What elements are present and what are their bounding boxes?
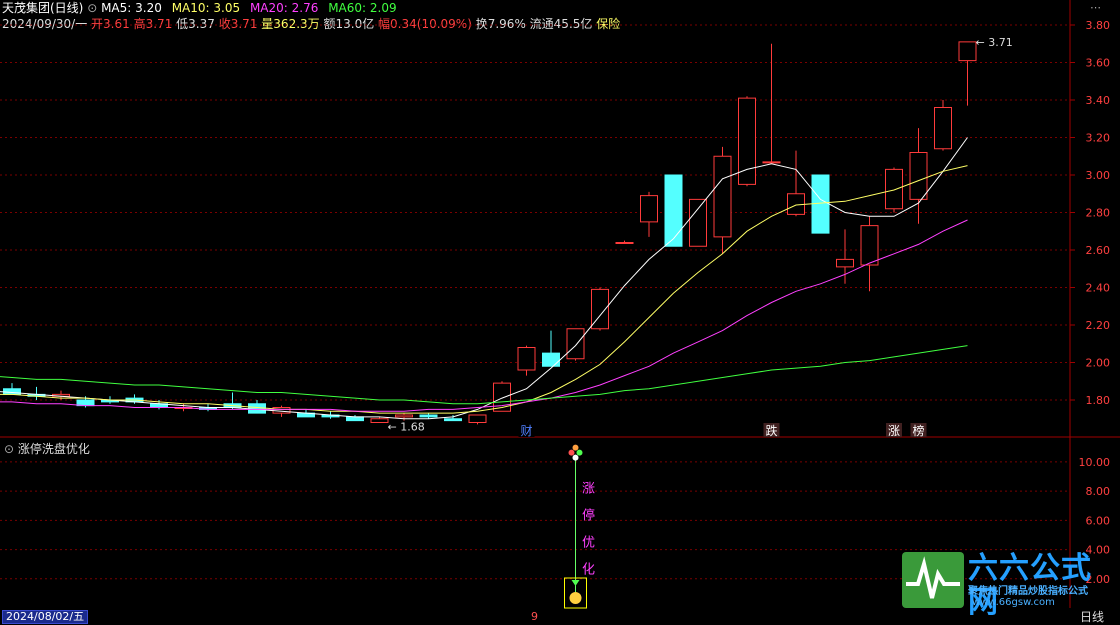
signal-arrow-icon [571, 580, 580, 586]
signal-dot [576, 449, 583, 456]
indicator-dropdown-icon[interactable]: ⊙ [4, 442, 18, 456]
candle-up [566, 328, 585, 360]
candle-up [468, 414, 487, 423]
price-tick-label: 2.60 [1086, 244, 1111, 257]
candle-down [444, 418, 462, 422]
candle-up [689, 198, 707, 247]
bottom-bar [0, 609, 1120, 622]
signal-text: 停 [582, 508, 595, 524]
price-tick-label: 2.20 [1086, 319, 1111, 332]
index-marker: 9 [531, 610, 538, 623]
signal-text: 优 [582, 536, 595, 551]
candle-down [664, 174, 683, 247]
price-tick-label: 2.40 [1086, 282, 1111, 295]
signal-text: 化 [582, 563, 595, 578]
candle-up [860, 225, 879, 266]
signal-dot [572, 444, 579, 451]
price-tick-label: 2.00 [1086, 357, 1111, 370]
price-tick-label: 2.80 [1086, 207, 1111, 220]
logo-url: www.66gsw.com [972, 597, 1055, 608]
candle-up [395, 414, 413, 418]
ma20-line [0, 219, 968, 412]
candle-up [615, 242, 634, 244]
indicator-tick-label: 6.00 [1086, 514, 1111, 527]
indicator-title: ⊙ 涨停洗盘优化 [4, 440, 90, 457]
watermark-logo: 六六公式网 聚焦热门精品炒股指标公式 www.66gsw.com [902, 552, 1114, 620]
kline-chart[interactable]: 3.80 3.60 3.40 3.20 3.00 2.80 2.60 2.40 2.20 2.00… [0, 0, 1120, 622]
candle-up [762, 161, 781, 164]
candle-up [958, 41, 977, 62]
indicator-tick-label: 8.00 [1086, 485, 1111, 498]
price-annotation: ← 1.68 [388, 421, 425, 434]
price-tick-label: 3.20 [1086, 132, 1111, 145]
signal-text: 涨 [582, 482, 595, 497]
candle-up [713, 155, 732, 238]
price-tick-label: 3.00 [1086, 169, 1111, 182]
candle-down [419, 414, 438, 418]
candle-down [542, 352, 560, 367]
candle-up [517, 347, 536, 371]
candle-up [836, 258, 854, 268]
price-tick-label: 3.60 [1086, 57, 1111, 70]
price-tick-label: 1.80 [1086, 394, 1111, 407]
indicator-title-text: 涨停洗盘优化 [17, 442, 90, 456]
ma10-line [0, 165, 968, 414]
logo-chart-icon [902, 552, 964, 608]
candle-up [370, 418, 389, 423]
candle-up [909, 152, 928, 200]
price-annotation: ← 3.71 [976, 36, 1013, 49]
price-tick-label: 3.80 [1086, 19, 1111, 32]
signal-dot [568, 449, 575, 456]
indicator-tick-label: 10.00 [1079, 456, 1111, 469]
money-bag-icon [569, 592, 582, 604]
candle-up [640, 195, 658, 223]
event-label: 榜 [912, 423, 924, 438]
event-label: 财 [520, 424, 532, 438]
candle-up [272, 407, 291, 414]
ma60-line [0, 345, 968, 405]
price-tick-label: 3.40 [1086, 94, 1111, 107]
event-label: 涨 [888, 423, 900, 438]
candle-up [934, 107, 952, 150]
signal-dot [572, 454, 579, 461]
event-label: 跌 [765, 423, 777, 438]
candle-down [346, 416, 364, 422]
candle-up [885, 168, 903, 210]
